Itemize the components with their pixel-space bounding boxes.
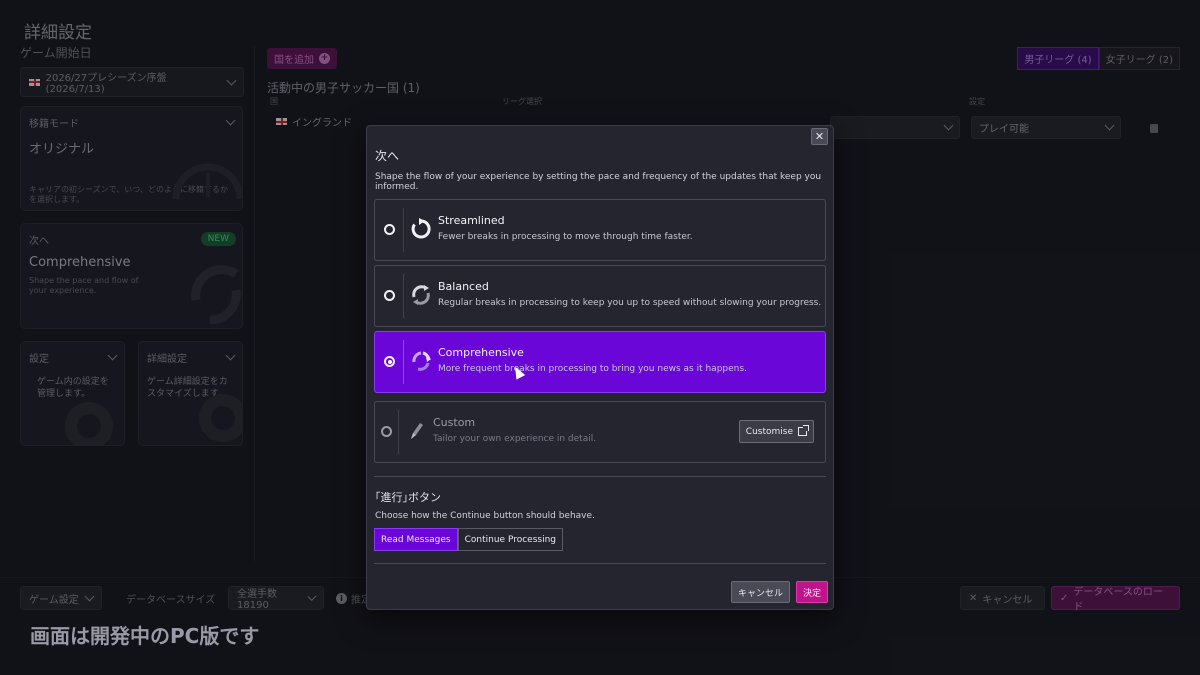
- option-desc: Fewer breaks in processing to move throu…: [438, 232, 693, 242]
- option-desc: Regular breaks in processing to keep you…: [438, 298, 822, 308]
- modal-description: Shape the flow of your experience by set…: [375, 172, 822, 192]
- modal-confirm-button[interactable]: 決定: [795, 581, 828, 603]
- option-title: Balanced: [438, 280, 489, 293]
- continue-processing-button[interactable]: Continue Processing: [457, 528, 563, 551]
- option-divider: [403, 208, 404, 252]
- option-title: Streamlined: [438, 214, 505, 227]
- continue-button-desc: Choose how the Continue button should be…: [375, 511, 595, 521]
- modal-close-button[interactable]: ✕: [811, 128, 828, 145]
- modal-title: 次へ: [375, 149, 400, 163]
- option-divider: [403, 274, 404, 318]
- fast-forward-icon: [411, 218, 431, 239]
- continue-mode-toggle: Read Messages Continue Processing: [374, 528, 563, 551]
- option-divider: [398, 410, 399, 454]
- option-title: Comprehensive: [438, 346, 524, 359]
- option-desc: Tailor your own experience in detail.: [433, 434, 597, 444]
- modal-divider: [374, 476, 826, 477]
- option-desc: More frequent breaks in processing to br…: [438, 364, 747, 374]
- radio-streamlined[interactable]: [384, 224, 395, 235]
- customise-label: Customise: [745, 426, 793, 437]
- external-link-icon: [798, 425, 809, 436]
- radio-custom[interactable]: [381, 426, 392, 437]
- option-comprehensive[interactable]: Comprehensive More frequent breaks in pr…: [374, 331, 826, 393]
- continue-button-title: ｢進行｣ボタン: [375, 491, 441, 504]
- option-streamlined[interactable]: Streamlined Fewer breaks in processing t…: [374, 199, 826, 261]
- option-balanced[interactable]: Balanced Regular breaks in processing to…: [374, 265, 826, 327]
- modal-cancel-button[interactable]: キャンセル: [730, 581, 790, 603]
- radio-balanced[interactable]: [384, 290, 395, 301]
- dev-note-caption: 画面は開発中のPC版です: [30, 624, 260, 648]
- pencil-icon: [411, 423, 423, 439]
- next-settings-modal: ✕ 次へ Shape the flow of your experience b…: [366, 125, 834, 610]
- option-custom[interactable]: Custom Tailor your own experience in det…: [374, 401, 826, 463]
- radio-comprehensive[interactable]: [384, 356, 395, 367]
- option-divider: [403, 340, 404, 384]
- modal-divider: [374, 563, 826, 564]
- comprehensive-cycle-icon: [412, 351, 431, 371]
- read-messages-button[interactable]: Read Messages: [374, 528, 458, 551]
- option-title: Custom: [433, 416, 476, 429]
- customise-button[interactable]: Customise: [738, 420, 814, 443]
- balanced-cycle-icon: [412, 285, 430, 305]
